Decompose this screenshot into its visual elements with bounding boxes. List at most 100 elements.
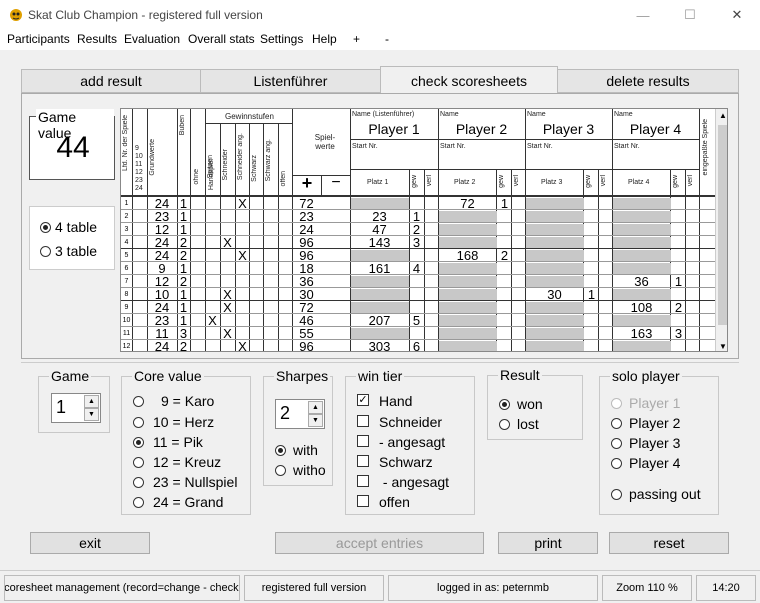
- empty-score-cell: [439, 289, 497, 300]
- checkmark-icon: ✓: [358, 394, 368, 406]
- platz-1: Platz 1: [367, 179, 389, 186]
- radio-passing-out[interactable]: [611, 489, 622, 500]
- game-group: Game 1 ▲ ▼: [38, 368, 110, 433]
- maximize-button[interactable]: ☐: [667, 0, 713, 30]
- header-gewinnstufen: Gewinnstufen: [225, 112, 274, 121]
- start-nr-4: Start Nr.: [614, 143, 640, 150]
- radio-lost[interactable]: [499, 419, 510, 430]
- menu-evaluation[interactable]: Evaluation: [124, 32, 180, 46]
- radio-with[interactable]: [275, 445, 286, 456]
- gew-3: gew: [585, 175, 592, 188]
- sharpes-value[interactable]: 2: [280, 403, 290, 424]
- empty-score-cell: [526, 250, 584, 261]
- spin-down-icon: ▼: [88, 411, 95, 418]
- header-name-3: Name: [527, 111, 546, 118]
- tab-check-scoresheets[interactable]: check scoresheets: [380, 66, 558, 94]
- radio-core-12[interactable]: [133, 457, 144, 468]
- game-value[interactable]: 1: [56, 397, 66, 418]
- menu-settings[interactable]: Settings: [260, 32, 303, 46]
- radio-without[interactable]: [275, 465, 286, 476]
- game-up-button[interactable]: ▲: [84, 395, 99, 408]
- gew-2: gew: [498, 175, 505, 188]
- check-offen[interactable]: [357, 495, 369, 507]
- table-row[interactable]: 4 24 2 X 96 143 3: [121, 236, 715, 249]
- table-row[interactable]: 12 24 2 X 96 303 6: [121, 339, 715, 352]
- check-schwarz[interactable]: [357, 455, 369, 467]
- radio-core-23[interactable]: [133, 477, 144, 488]
- table-row[interactable]: 8 10 1 X 30 30 1: [121, 288, 715, 301]
- scroll-thumb[interactable]: [718, 125, 727, 325]
- menu-zoom-out[interactable]: -: [385, 32, 389, 46]
- header-name-lf: Name (Listenführer): [352, 111, 415, 118]
- check-schwarz-angesagt[interactable]: [357, 475, 369, 487]
- label-with: with: [293, 442, 318, 458]
- radio-player-3[interactable]: [611, 438, 622, 449]
- label-offen: offen: [379, 494, 410, 510]
- sharpes-down-button[interactable]: ▼: [308, 414, 323, 427]
- tab-delete-results[interactable]: delete results: [557, 69, 739, 93]
- exit-button[interactable]: exit: [30, 532, 150, 554]
- check-hand[interactable]: ✓: [357, 394, 369, 406]
- close-icon: ✕: [731, 7, 743, 22]
- radio-3-table[interactable]: [40, 246, 51, 257]
- row-spielwert: 96: [299, 339, 314, 352]
- verl-1: verl: [426, 175, 433, 187]
- label-core-10: 10 = Herz: [153, 414, 215, 430]
- accept-entries-button[interactable]: accept entries: [275, 532, 484, 554]
- table-row[interactable]: 10 23 1 X 46 207 5: [121, 314, 715, 327]
- tab-add-result[interactable]: add result: [21, 69, 201, 93]
- radio-core-24[interactable]: [133, 497, 144, 508]
- radio-player-4[interactable]: [611, 458, 622, 469]
- radio-won[interactable]: [499, 399, 510, 410]
- maximize-icon: ☐: [684, 7, 696, 22]
- menu-bar: Participants Results Evaluation Overall …: [0, 30, 760, 50]
- header-ohne: ohne: [193, 169, 200, 185]
- row-buben: 2: [179, 339, 188, 352]
- empty-score-cell: [526, 263, 584, 274]
- radio-player-2[interactable]: [611, 418, 622, 429]
- start-nr-1: Start Nr.: [352, 143, 378, 150]
- scroll-up-icon[interactable]: ▲: [719, 111, 727, 120]
- sharpes-spinner[interactable]: 2 ▲ ▼: [275, 399, 325, 429]
- label-schwarz: Schwarz: [379, 454, 433, 470]
- check-schneider-angesagt[interactable]: [357, 435, 369, 447]
- game-down-button[interactable]: ▼: [84, 408, 99, 421]
- header-spielwerte: Spiel-werte: [314, 133, 336, 151]
- radio-core-10[interactable]: [133, 417, 144, 428]
- menu-overall-stats[interactable]: Overall stats: [188, 32, 255, 46]
- menu-zoom-in[interactable]: +: [353, 32, 360, 46]
- empty-score-cell: [526, 328, 584, 339]
- row-player-gew: 6: [412, 339, 421, 352]
- table-row[interactable]: 6 9 1 18 161 4: [121, 262, 715, 275]
- minimize-button[interactable]: —: [620, 0, 666, 30]
- menu-help[interactable]: Help: [312, 32, 337, 46]
- radio-core-11[interactable]: [133, 437, 144, 448]
- table-row[interactable]: 7 12 2 36 36 1: [121, 275, 715, 288]
- empty-score-cell: [439, 341, 497, 351]
- menu-participants[interactable]: Participants: [7, 32, 70, 46]
- header-minus: −: [331, 174, 341, 191]
- tab-listenfuehrer[interactable]: Listenführer: [200, 69, 381, 93]
- sheet-scrollbar[interactable]: ▲ ▼: [715, 109, 727, 351]
- win-tier-group: win tier ✓ Hand Schneider - angesagt Sch…: [345, 368, 475, 515]
- spin-up-icon: ▲: [312, 404, 319, 411]
- reset-button[interactable]: reset: [609, 532, 729, 554]
- menu-results[interactable]: Results: [77, 32, 117, 46]
- game-spinner[interactable]: 1 ▲ ▼: [51, 393, 101, 423]
- app-icon: [8, 7, 24, 23]
- radio-4-table[interactable]: [40, 222, 51, 233]
- sharpes-up-button[interactable]: ▲: [308, 401, 323, 414]
- print-button[interactable]: print: [498, 532, 598, 554]
- label-core-24: 24 = Grand: [153, 494, 224, 510]
- check-schneider[interactable]: [357, 415, 369, 427]
- scoresheet[interactable]: Lfd. Nr. der Spiele Grundwerte 9 10 11 1…: [120, 108, 728, 352]
- empty-score-cell: [526, 237, 584, 248]
- radio-core-9[interactable]: [133, 396, 144, 407]
- window-title: Skat Club Champion - registered full ver…: [28, 8, 263, 22]
- close-button[interactable]: ✕: [714, 0, 760, 30]
- label-4-table: 4 table: [55, 219, 98, 235]
- scroll-down-icon[interactable]: ▼: [719, 342, 727, 351]
- row-number: 12: [122, 343, 131, 350]
- start-nr-2: Start Nr.: [440, 143, 466, 150]
- verl-4: verl: [687, 175, 694, 187]
